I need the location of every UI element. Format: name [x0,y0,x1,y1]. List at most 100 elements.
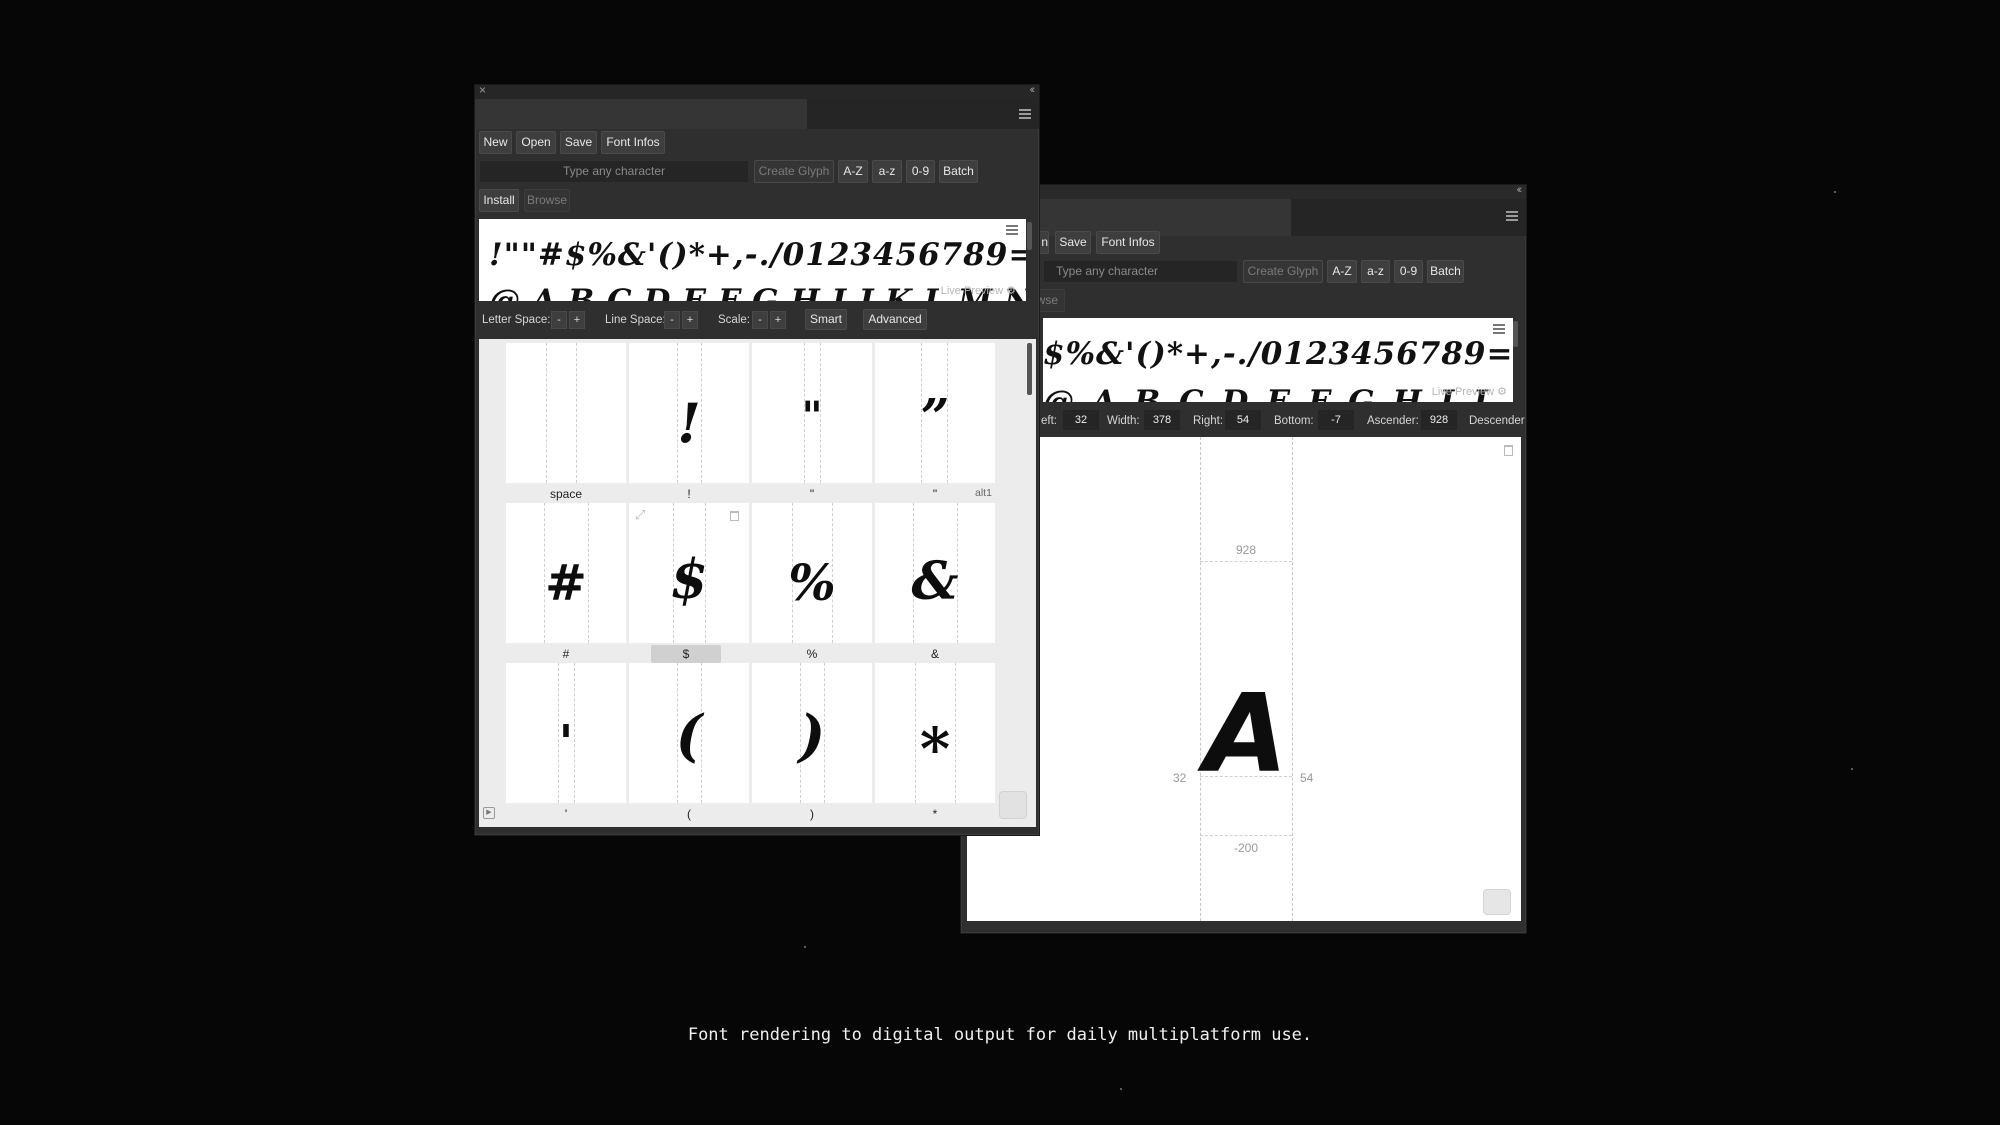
glyph-cell-quotedbl[interactable]: " [752,343,872,483]
character-input[interactable]: Type any character [1043,260,1238,283]
preview-scrollbar[interactable] [1513,321,1518,347]
batch-button[interactable]: Batch [1427,260,1464,283]
bottom-field[interactable]: -7 [1318,410,1354,430]
letter-space-increase[interactable]: + [569,311,585,329]
uppercase-button[interactable]: A-Z [838,160,868,183]
expand-icon[interactable]: ⤢ [635,507,645,523]
panel-titlebar: ‹‹ [961,185,1526,199]
glyph-preview: ” [920,387,950,446]
background-speck [804,946,806,948]
glyph-name: ! [687,487,691,501]
glyph-cell-space[interactable] [506,343,626,483]
font-preview: !""#$%&'()*+,-./0123456789=? @ABCDEFGHIJ… [479,219,1026,301]
batch-button[interactable]: Batch [939,160,978,183]
glyph-editor-panel: ‹‹ n Save Font Infos Type any character … [960,184,1527,934]
glyph-name: * [932,807,938,821]
live-preview-label[interactable]: Live Preview ⚙ [941,284,1016,297]
glyph-cell-parenleft[interactable]: ( [629,663,749,803]
scale-label: Scale: [718,314,750,326]
character-input[interactable]: Type any character [479,160,749,183]
grid-scrollbar[interactable] [1027,343,1032,395]
right-guide [1292,437,1293,921]
browse-button[interactable]: Browse [524,189,570,212]
panel-tab-fill [807,99,1039,129]
width-field[interactable]: 378 [1144,410,1180,430]
chat-icon[interactable] [999,791,1027,819]
glyph-preview: * [919,715,951,783]
line-space-decrease[interactable]: - [664,311,680,329]
font-glyphs-panel: × ‹‹ New Open Save Font Infos Type any c… [474,84,1040,836]
edited-glyph[interactable]: A [1200,681,1292,789]
line-space-increase[interactable]: + [682,311,698,329]
save-button[interactable]: Save [1055,231,1091,254]
ascender-value: 928 [1235,543,1257,557]
glyph-grid: ! " ” space ! " " alt1 # ⤢ $ % & # $ % &… [479,339,1036,827]
ascender-field[interactable]: 928 [1421,410,1457,430]
right-bearing-field[interactable]: 54 [1225,410,1261,430]
width-label: Width: [1107,415,1140,427]
bottom-label: Bottom: [1274,415,1314,427]
gear-icon[interactable]: ⚙ [1006,285,1016,297]
digits-button[interactable]: 0-9 [1394,260,1423,283]
new-button[interactable]: New [479,131,512,154]
lowercase-button[interactable]: a-z [872,160,902,183]
trash-icon[interactable] [730,511,739,521]
glyph-name: ' [564,807,568,821]
install-button[interactable]: Install [479,189,519,212]
close-icon[interactable]: × [479,85,486,97]
glyph-cell-quotesingle[interactable]: ' [506,663,626,803]
panel-tab-fill [1291,199,1526,236]
letter-space-decrease[interactable]: - [551,311,567,329]
smart-button[interactable]: Smart [805,309,847,330]
scale-decrease[interactable]: - [752,311,768,329]
panel-menu-icon[interactable] [1506,211,1518,223]
collapse-icon[interactable]: ‹‹ [1030,85,1036,96]
glyph-cell-numbersign[interactable]: # [506,503,626,643]
glyph-preview: % [788,553,836,612]
advanced-button[interactable]: Advanced [863,309,927,330]
glyph-cell-asterisk[interactable]: * [875,663,995,803]
right-bearing-label: Right: [1193,415,1224,427]
gear-icon[interactable]: ⚙ [1497,386,1507,398]
glyph-cell-percent[interactable]: % [752,503,872,643]
preview-menu-icon[interactable] [1006,225,1018,237]
chat-icon[interactable] [1483,889,1511,915]
play-icon[interactable]: ▶ [483,807,495,819]
left-bearing-label: eft: [1041,415,1057,427]
font-infos-button[interactable]: Font Infos [1096,231,1160,254]
open-button[interactable]: Open [516,131,556,154]
preview-line-1: !""#$%&'()*+,-./0123456789=? [489,237,1026,273]
ascender-line [1200,561,1292,562]
scale-increase[interactable]: + [770,311,786,329]
create-glyph-button[interactable]: Create Glyph [1243,260,1323,283]
panel-tab[interactable] [475,99,807,129]
glyph-cell-exclam[interactable]: ! [629,343,749,483]
glyph-editor-canvas[interactable]: 928 -200 32 54 A [967,437,1521,921]
digits-button[interactable]: 0-9 [906,160,935,183]
open-button[interactable]: n [1039,231,1049,254]
glyph-cell-dollar[interactable]: ⤢ $ [629,503,749,643]
preview-menu-icon[interactable] [1493,324,1505,336]
glyph-name: ) [810,807,814,821]
trash-icon[interactable] [1504,445,1513,456]
create-glyph-button[interactable]: Create Glyph [754,160,834,183]
background-speck [1120,1088,1122,1090]
glyph-preview: ( [675,703,703,769]
glyph-name-selected: $ [651,645,721,663]
glyph-name: ( [687,807,691,821]
glyph-cell-quotedbl-alt1[interactable]: ” [875,343,995,483]
preview-scrollbar[interactable] [1027,222,1032,250]
glyph-preview: $ [670,547,708,611]
font-infos-button[interactable]: Font Infos [601,131,665,154]
glyph-cell-ampersand[interactable]: & [875,503,995,643]
panel-menu-icon[interactable] [1019,109,1031,121]
lowercase-button[interactable]: a-z [1361,260,1390,283]
glyph-cell-parenright[interactable]: ) [752,663,872,803]
uppercase-button[interactable]: A-Z [1327,260,1357,283]
left-bearing-field[interactable]: 32 [1063,410,1099,430]
save-button[interactable]: Save [560,131,597,154]
caption: Font rendering to digital output for dai… [687,1025,1313,1045]
collapse-icon[interactable]: ‹‹ [1517,185,1523,196]
live-preview-label[interactable]: Live Preview ⚙ [1432,385,1507,398]
glyph-preview: ! [677,391,701,455]
